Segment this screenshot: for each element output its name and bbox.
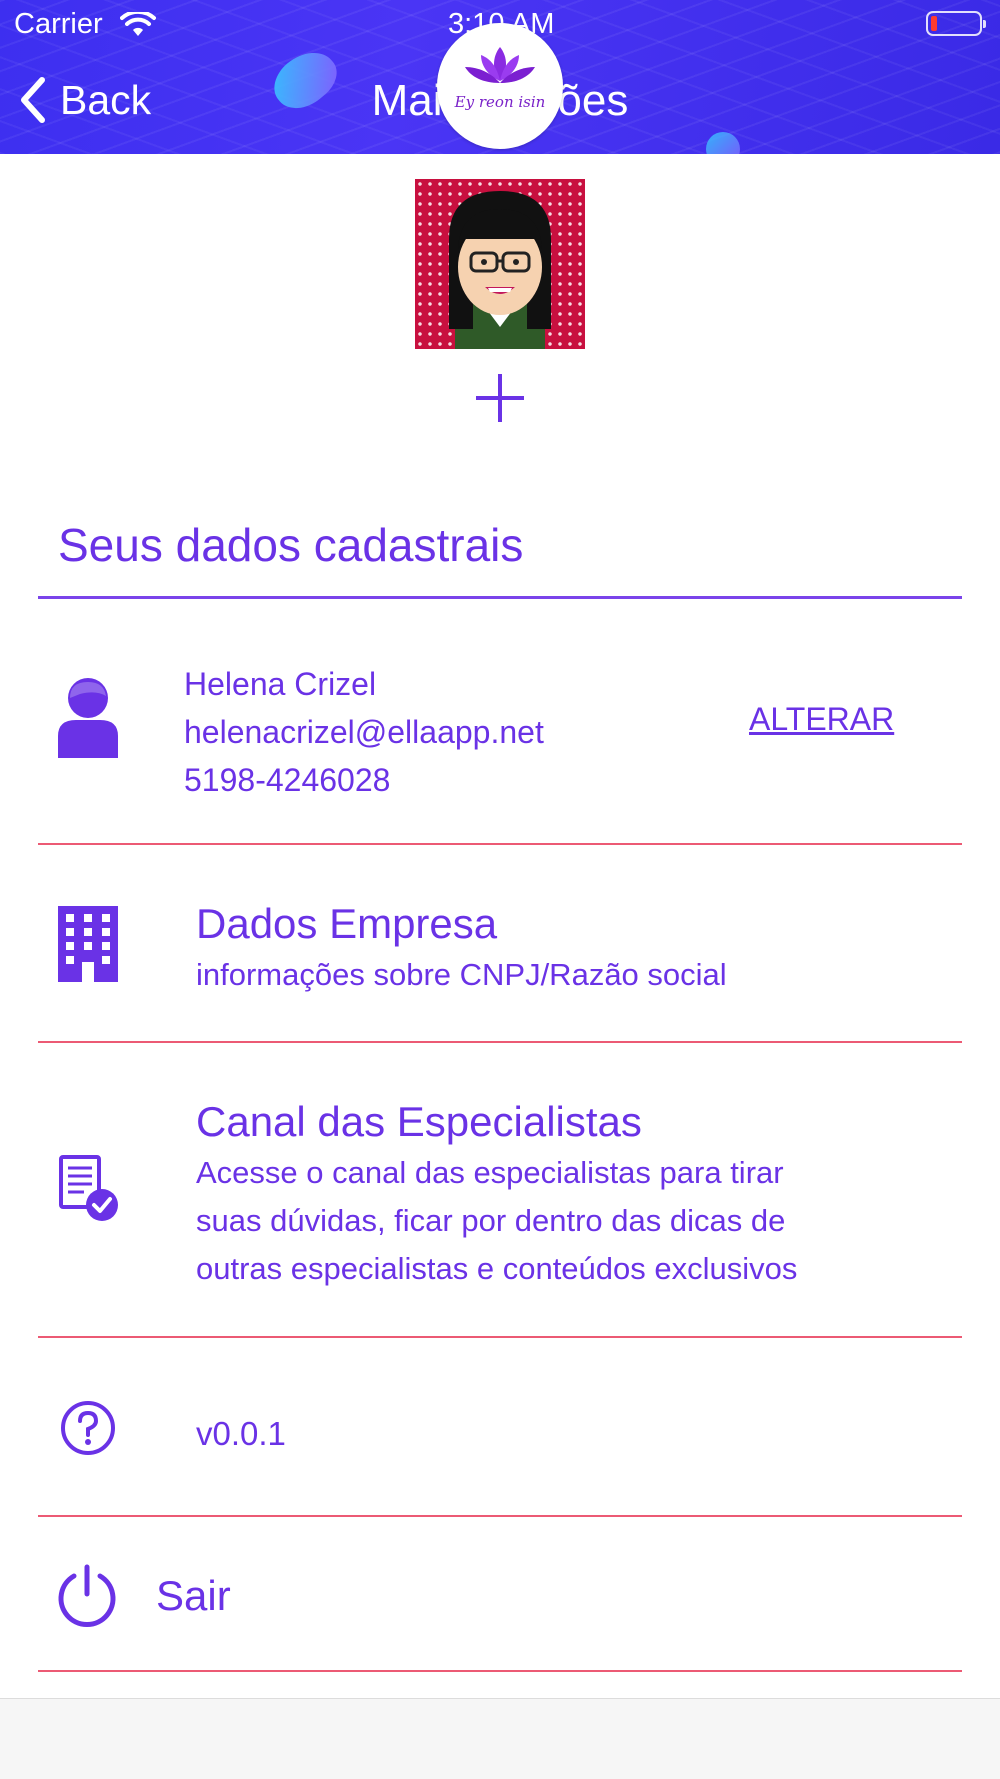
question-circle-icon (61, 1401, 115, 1455)
carrier-label: Carrier (14, 8, 103, 40)
company-title: Dados Empresa (196, 900, 498, 947)
edit-user-link[interactable]: ALTERAR (749, 701, 894, 738)
add-photo-plus-icon[interactable] (474, 372, 526, 424)
row-divider (38, 1515, 962, 1517)
company-subtitle: informações sobre CNPJ/Razão social (196, 957, 727, 992)
channel-description-line: outras especialistas e conteúdos exclusi… (196, 1251, 798, 1286)
channel-description-line: suas dúvidas, ficar por dentro das dicas… (196, 1203, 786, 1238)
user-email: helenacrizel@ellaapp.net (184, 714, 544, 750)
avatar[interactable] (415, 179, 585, 349)
lotus-icon (465, 47, 535, 83)
battery-icon (926, 11, 986, 36)
app-version: v0.0.1 (196, 1415, 286, 1452)
row-divider (38, 1336, 962, 1338)
avatar-illustration (449, 191, 551, 349)
channel-description-line: Acesse o canal das especialistas para ti… (196, 1155, 784, 1190)
user-phone: 5198-4246028 (184, 762, 391, 798)
user-name: Helena Crizel (184, 666, 377, 702)
section-title: Seus dados cadastrais (58, 519, 524, 571)
row-divider (38, 1041, 962, 1043)
document-check-icon (59, 1155, 118, 1221)
person-icon (58, 678, 118, 758)
app-logo: Ey reon isin (437, 23, 563, 149)
channel-description: Acesse o canal das especialistas para ti… (196, 1149, 797, 1293)
navigation-bar: Carrier 3:10 AM Back Mais Opções Ey reon… (0, 0, 1000, 154)
bottom-bar (0, 1698, 1000, 1779)
channel-title: Canal das Especialistas (196, 1098, 642, 1145)
section-divider (38, 596, 962, 599)
wifi-icon (120, 12, 156, 36)
row-divider (38, 1670, 962, 1672)
user-info: Helena Crizel helenacrizel@ellaapp.net 5… (184, 660, 544, 804)
power-icon (58, 1564, 116, 1627)
logout-label: Sair (156, 1572, 231, 1619)
building-icon (58, 906, 118, 982)
logo-wordmark: Ey reon isin (454, 93, 546, 111)
row-divider (38, 843, 962, 845)
